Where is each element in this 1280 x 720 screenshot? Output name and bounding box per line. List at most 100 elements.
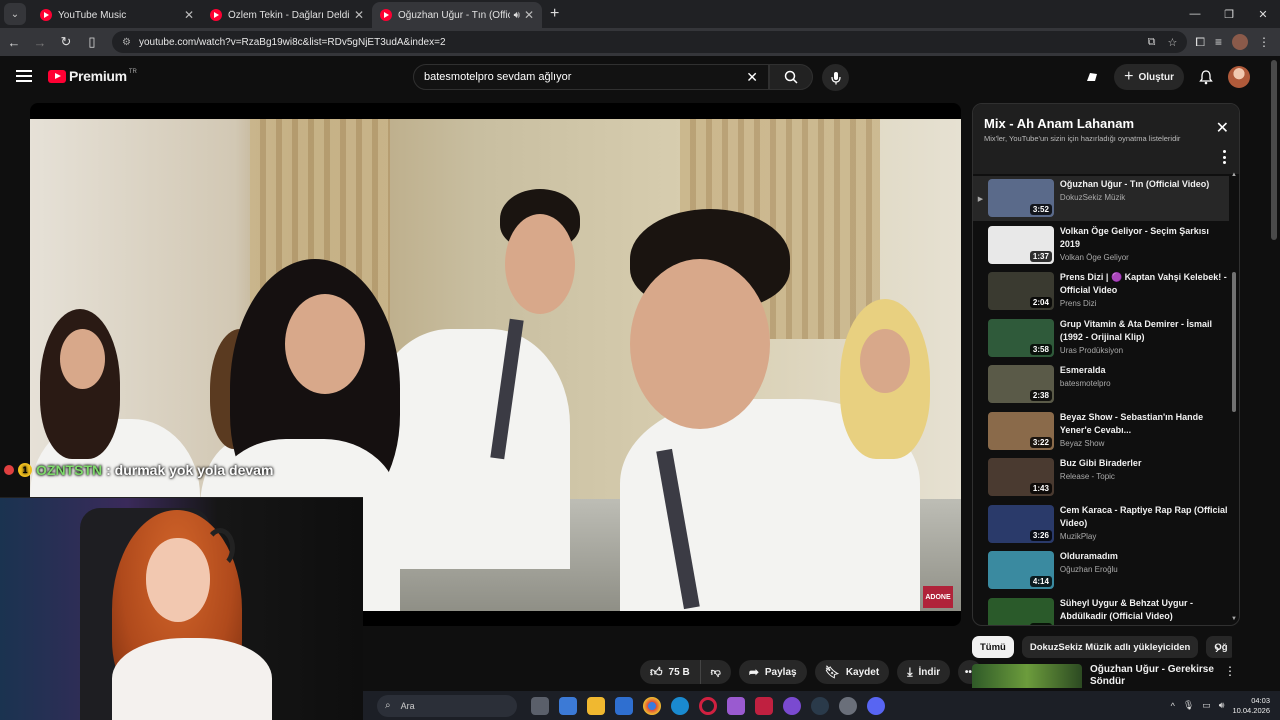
back-icon[interactable]: ← (2, 30, 26, 54)
playlist-item-title[interactable]: Prens Dizi | 🟣 Kaptan Vahşi Kelebek! - O… (1060, 271, 1229, 297)
install-app-icon[interactable]: ⧉ (1148, 36, 1156, 49)
browser-menu-icon[interactable]: ⋮ (1258, 35, 1270, 49)
notifications-bell-icon[interactable] (1198, 69, 1214, 85)
playlist-item-thumbnail[interactable]: 3:22 (987, 411, 1054, 450)
drag-handle[interactable] (973, 269, 988, 314)
playlist-item-title[interactable]: Grup Vitamin & Ata Demirer - İsmail (199… (1060, 318, 1229, 344)
playlist-item-thumbnail[interactable]: 1:43 (987, 458, 1054, 496)
youtube-premium-logo[interactable]: Premium TR (48, 68, 137, 84)
playlist-item-title[interactable]: Buz Gibi Biraderler (1060, 457, 1229, 470)
figma-icon[interactable] (727, 696, 745, 715)
playlist-item-thumbnail[interactable]: 2:04 (987, 272, 1054, 310)
dislike-button[interactable]: 👎︎ (700, 660, 731, 684)
voice-search-button[interactable] (822, 64, 849, 91)
drag-handle[interactable] (973, 502, 988, 547)
playlist-item-thumbnail[interactable]: 3:58 (987, 318, 1054, 357)
reload-icon[interactable]: ↻ (54, 30, 78, 54)
minimize-icon[interactable]: — (1178, 0, 1212, 28)
page-scrollbar[interactable] (1271, 60, 1277, 240)
chip-all[interactable]: Tümü (972, 636, 1014, 658)
playlist-item-title[interactable]: Esmeralda (1060, 364, 1229, 377)
profile-avatar[interactable] (1232, 34, 1248, 50)
playlist-item-title[interactable]: Cem Karaca - Raptiye Rap Rap (Official V… (1060, 504, 1229, 530)
app-icon[interactable] (783, 696, 801, 715)
playlist-item[interactable]: 1:43 Buz Gibi Biraderler Release - Topic (973, 455, 1229, 500)
drag-handle[interactable] (973, 409, 988, 454)
playlist-scrollbar[interactable]: ▲ ▼ (1231, 172, 1237, 622)
drag-handle[interactable] (973, 595, 988, 626)
like-button[interactable]: 👍︎ 75 B (640, 660, 701, 684)
account-avatar[interactable] (1228, 66, 1250, 88)
playlist-title[interactable]: Mix - Ah Anam Lahanam (984, 116, 1134, 131)
tray-expand-icon[interactable]: ^ (1171, 701, 1175, 711)
microphone-tray-icon[interactable]: 🎙︎ (1183, 700, 1194, 711)
playlist-item-title[interactable]: Volkan Öge Geliyor - Seçim Şarkısı 2019 (1060, 225, 1229, 251)
address-bar[interactable]: ⚙ youtube.com/watch?v=RzaBg19wi8c&list=R… (112, 31, 1188, 53)
playlist-item[interactable]: 4:14 Olduramadım Oğuzhan Eroğlu (973, 548, 1229, 593)
playlist-menu-icon[interactable] (1223, 150, 1227, 164)
playlist-item[interactable]: 4:48 Süheyl Uygur & Behzat Uygur - Abdülk… (973, 595, 1229, 626)
search-button[interactable] (769, 64, 813, 90)
clock[interactable]: 04:03 10.04.2026 (1232, 696, 1270, 716)
new-tab-button[interactable]: + (550, 5, 559, 23)
playlist-item[interactable]: 2:04 Prens Dizi | 🟣 Kaptan Vahşi Kelebek!… (973, 269, 1229, 314)
browser-tab-2[interactable]: Özlem Tekin - Dağları Deldim - ✕ (202, 2, 372, 28)
close-tab-icon[interactable]: ✕ (524, 8, 534, 22)
playlist-item[interactable]: 3:58 Grup Vitamin & Ata Demirer - İsmail … (973, 316, 1229, 361)
mail-icon[interactable] (615, 696, 633, 715)
playlist-item[interactable]: 3:22 Beyaz Show - Sebastian'ın Hande Yene… (973, 409, 1229, 454)
playlist-item-title[interactable]: Oğuzhan Uğur - Tın (Official Video) (1060, 178, 1229, 191)
playlist-item[interactable]: ▶ 3:52 Oğuzhan Uğur - Tın (Official Video)… (973, 176, 1229, 221)
close-tab-icon[interactable]: ✕ (354, 8, 364, 22)
video-title[interactable]: Oğuzhan Uğur - Gerekirse Söndür (1090, 664, 1220, 688)
playlist-item-title[interactable]: Beyaz Show - Sebastian'ın Hande Yener'e … (1060, 411, 1229, 437)
close-window-icon[interactable]: ✕ (1246, 0, 1280, 28)
extensions-icon[interactable]: ⧠ (1195, 35, 1205, 50)
playlist-item[interactable]: 1:37 Volkan Öge Geliyor - Seçim Şarkısı 2… (973, 223, 1229, 268)
network-icon[interactable]: ▭ (1202, 700, 1211, 711)
discord-icon[interactable] (867, 696, 885, 715)
playlist-item[interactable]: 3:26 Cem Karaca - Raptiye Rap Rap (Offici… (973, 502, 1229, 547)
speaker-icon[interactable]: 🔊︎ (514, 10, 520, 21)
chip-uploader[interactable]: DokuzSekiz Müzik adlı yükleyiciden (1021, 636, 1199, 658)
video-thumbnail[interactable] (972, 664, 1082, 688)
playlist-item-thumbnail[interactable]: 1:37 (987, 225, 1054, 264)
share-button[interactable]: ➦ Paylaş (738, 660, 807, 684)
recommended-video[interactable]: Oğuzhan Uğur - Gerekirse Söndür ⋮ (972, 664, 1240, 688)
split-view-icon[interactable]: ▯ (80, 30, 104, 54)
drag-handle[interactable] (973, 548, 988, 593)
playlist-item-thumbnail[interactable]: 4:48 (987, 597, 1054, 625)
download-button[interactable]: ⤓ İndir (897, 660, 951, 684)
settings-icon[interactable] (839, 696, 857, 715)
chrome-icon[interactable] (643, 696, 661, 715)
playlist-item-thumbnail[interactable]: 2:38 (987, 365, 1054, 403)
video-menu-icon[interactable]: ⋮ (1224, 664, 1236, 688)
close-playlist-icon[interactable]: ✕ (1216, 118, 1229, 138)
drag-handle[interactable] (973, 316, 988, 361)
search-input[interactable]: batesmotelpro sevdam ağlıyor ✕ (413, 64, 769, 90)
create-button[interactable]: + Oluştur (1114, 64, 1184, 90)
site-info-icon[interactable]: ⚙ (122, 37, 131, 48)
playlist-item[interactable]: 2:38 Esmeralda batesmotelpro (973, 362, 1229, 407)
close-tab-icon[interactable]: ✕ (184, 8, 194, 22)
taskbar-search[interactable]: ⌕ Ara (377, 694, 517, 717)
channel-watermark[interactable]: ADONE (923, 586, 953, 608)
app-icon[interactable] (755, 696, 773, 715)
clear-search-icon[interactable]: ✕ (746, 69, 758, 86)
maximize-icon[interactable]: ❐ (1212, 0, 1246, 28)
playlist-item-thumbnail[interactable]: 3:52 (987, 179, 1054, 217)
steam-icon[interactable] (811, 696, 829, 715)
file-explorer-icon[interactable] (587, 696, 605, 715)
opera-icon[interactable] (699, 696, 717, 715)
forward-icon[interactable]: → (28, 30, 52, 54)
playlist-item-thumbnail[interactable]: 4:14 (987, 551, 1054, 589)
reading-list-icon[interactable]: ≡ (1215, 35, 1222, 49)
browser-tab-3[interactable]: Oğuzhan Uğur - Tın (Official 🔊︎ ✕ (372, 2, 542, 28)
browser-tab-1[interactable]: YouTube Music ✕ (32, 2, 202, 28)
menu-icon[interactable] (16, 70, 32, 82)
scroll-up-icon[interactable]: ▲ (1231, 172, 1237, 178)
save-button[interactable]: 🔖︎ Kaydet (814, 660, 890, 684)
playlist-item-title[interactable]: Süheyl Uygur & Behzat Uygur - Abdülkadir… (1060, 597, 1229, 623)
scroll-down-icon[interactable]: ▼ (1231, 616, 1237, 622)
drag-handle[interactable] (973, 362, 988, 407)
